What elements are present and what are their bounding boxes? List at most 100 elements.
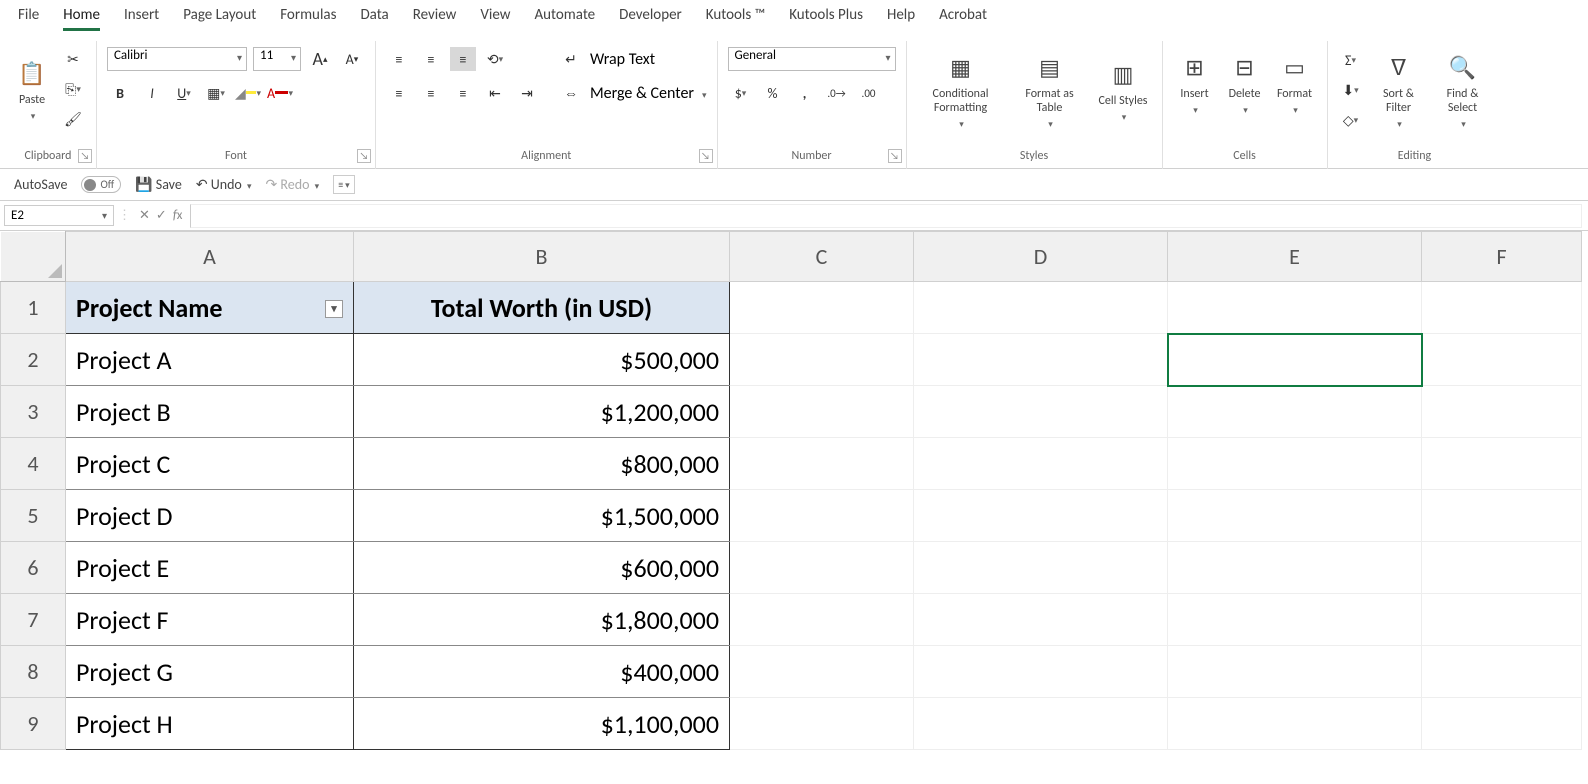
cell-e1[interactable] [1168, 282, 1422, 334]
col-header-f[interactable]: F [1422, 232, 1582, 282]
cell-f4[interactable] [1422, 438, 1582, 490]
dialog-launcher-icon[interactable]: ↘ [888, 149, 902, 163]
copy-button[interactable]: ⎘ [60, 77, 86, 101]
menu-formulas[interactable]: Formulas [280, 6, 336, 31]
find-select-button[interactable]: 🔍Find & Select [1434, 47, 1492, 133]
formula-input[interactable] [190, 204, 1582, 228]
menu-data[interactable]: Data [360, 6, 388, 31]
cut-button[interactable]: ✂ [60, 47, 86, 71]
cell-a7[interactable]: Project F [66, 594, 354, 646]
menu-automate[interactable]: Automate [534, 6, 595, 31]
cell-d3[interactable] [914, 386, 1168, 438]
cell-a9[interactable]: Project H [66, 698, 354, 750]
format-painter-button[interactable]: 🖌 [60, 107, 86, 131]
bold-button[interactable]: B [107, 81, 133, 105]
cell-e4[interactable] [1168, 438, 1422, 490]
fill-color-button[interactable]: ◢ [235, 81, 261, 105]
menu-view[interactable]: View [480, 6, 510, 31]
cell-a2[interactable]: Project A [66, 334, 354, 386]
cell-e9[interactable] [1168, 698, 1422, 750]
cell-a8[interactable]: Project G [66, 646, 354, 698]
redo-button[interactable]: ↷ Redo [266, 176, 320, 193]
merge-dropdown-icon[interactable] [700, 84, 707, 103]
align-left-button[interactable]: ≡ [386, 81, 412, 105]
autosave-toggle[interactable]: Off [81, 176, 121, 193]
cell-b1[interactable]: Total Worth (in USD) [354, 282, 730, 334]
fill-button[interactable]: ⬇ [1338, 78, 1364, 102]
col-header-a[interactable]: A [66, 232, 354, 282]
cell-e2-selected[interactable] [1168, 334, 1422, 386]
cell-f3[interactable] [1422, 386, 1582, 438]
align-top-button[interactable]: ≡ [386, 47, 412, 71]
cell-f9[interactable] [1422, 698, 1582, 750]
dialog-launcher-icon[interactable]: ↘ [78, 149, 92, 163]
indent-decrease-button[interactable]: ⇤ [482, 81, 508, 105]
cell-e3[interactable] [1168, 386, 1422, 438]
cell-a6[interactable]: Project E [66, 542, 354, 594]
shrink-font-button[interactable]: A▾ [339, 47, 365, 71]
cell-c3[interactable] [730, 386, 914, 438]
clear-button[interactable]: ◇ [1338, 108, 1364, 132]
format-cells-button[interactable]: ▭Format [1273, 47, 1317, 119]
cell-d6[interactable] [914, 542, 1168, 594]
dialog-launcher-icon[interactable]: ↘ [357, 149, 371, 163]
row-header-7[interactable]: 7 [1, 594, 66, 646]
cell-b9[interactable]: $1,100,000 [354, 698, 730, 750]
cell-a4[interactable]: Project C [66, 438, 354, 490]
cell-c4[interactable] [730, 438, 914, 490]
format-as-table-button[interactable]: ▤Format as Table [1011, 47, 1089, 133]
row-header-2[interactable]: 2 [1, 334, 66, 386]
wrap-text-button[interactable]: ↵Wrap Text [558, 47, 707, 71]
align-center-button[interactable]: ≡ [418, 81, 444, 105]
col-header-d[interactable]: D [914, 232, 1168, 282]
cell-c2[interactable] [730, 334, 914, 386]
cell-f7[interactable] [1422, 594, 1582, 646]
font-color-button[interactable]: A [267, 81, 293, 105]
cell-b4[interactable]: $800,000 [354, 438, 730, 490]
row-header-4[interactable]: 4 [1, 438, 66, 490]
col-header-e[interactable]: E [1168, 232, 1422, 282]
cell-b5[interactable]: $1,500,000 [354, 490, 730, 542]
row-header-3[interactable]: 3 [1, 386, 66, 438]
save-button[interactable]: 💾 Save [135, 176, 182, 193]
cell-d5[interactable] [914, 490, 1168, 542]
fx-icon[interactable]: fx [173, 208, 183, 223]
cell-b2[interactable]: $500,000 [354, 334, 730, 386]
cell-e6[interactable] [1168, 542, 1422, 594]
cell-c1[interactable] [730, 282, 914, 334]
cell-c5[interactable] [730, 490, 914, 542]
cell-f1[interactable] [1422, 282, 1582, 334]
cell-c9[interactable] [730, 698, 914, 750]
align-bottom-button[interactable]: ≡ [450, 47, 476, 71]
cell-a1[interactable]: Project Name▾ [66, 282, 354, 334]
cell-f8[interactable] [1422, 646, 1582, 698]
filter-dropdown-icon[interactable]: ▾ [325, 300, 343, 318]
indent-increase-button[interactable]: ⇥ [514, 81, 540, 105]
menu-home[interactable]: Home [63, 6, 100, 31]
cell-c7[interactable] [730, 594, 914, 646]
cell-d7[interactable] [914, 594, 1168, 646]
borders-button[interactable]: ▦ [203, 81, 229, 105]
menu-review[interactable]: Review [413, 6, 457, 31]
menu-acrobat[interactable]: Acrobat [939, 6, 987, 31]
menu-help[interactable]: Help [887, 6, 915, 31]
cell-e5[interactable] [1168, 490, 1422, 542]
number-format-combo[interactable]: General [728, 47, 896, 71]
menu-file[interactable]: File [18, 6, 39, 31]
increase-decimal-button[interactable]: .0→ [824, 81, 850, 105]
undo-button[interactable]: ↶ Undo [196, 176, 252, 193]
row-header-6[interactable]: 6 [1, 542, 66, 594]
underline-button[interactable]: U [171, 81, 197, 105]
menu-pagelayout[interactable]: Page Layout [183, 6, 256, 31]
font-size-combo[interactable]: 11 [253, 47, 301, 71]
cell-a5[interactable]: Project D [66, 490, 354, 542]
qat-customize-icon[interactable]: ≡ [333, 175, 355, 194]
percent-button[interactable]: % [760, 81, 786, 105]
cancel-formula-icon[interactable]: ✕ [139, 208, 150, 223]
cell-f5[interactable] [1422, 490, 1582, 542]
font-name-combo[interactable]: Calibri [107, 47, 247, 71]
accounting-format-button[interactable]: $ [728, 81, 754, 105]
menu-insert[interactable]: Insert [124, 6, 159, 31]
delete-cells-button[interactable]: ⊟Delete [1223, 47, 1267, 119]
menu-developer[interactable]: Developer [619, 6, 682, 31]
